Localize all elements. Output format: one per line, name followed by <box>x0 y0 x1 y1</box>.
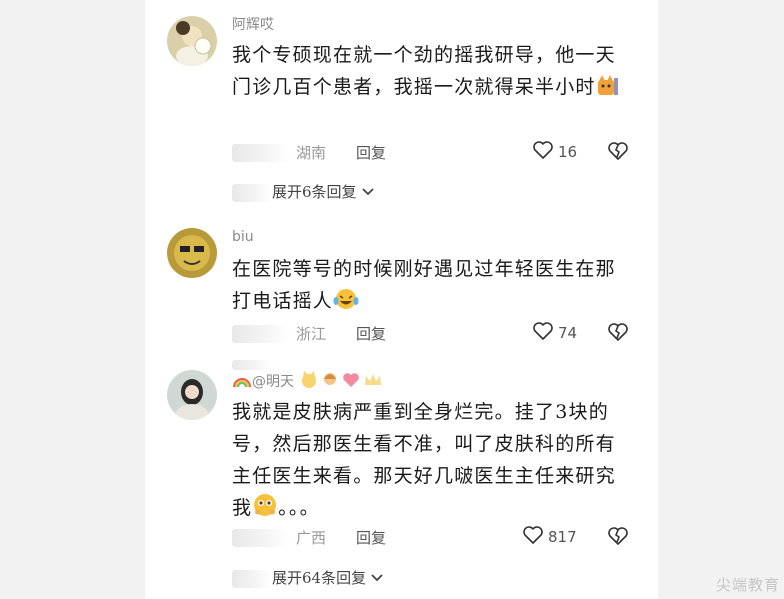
dislike-button[interactable] <box>607 525 629 551</box>
heart-outline-icon <box>522 525 544 549</box>
comment-meta: 浙江 回复 74 <box>232 321 642 347</box>
blurred-avatar <box>232 570 272 588</box>
like-count: 74 <box>558 324 578 342</box>
heart-outline-icon <box>532 321 554 345</box>
comment-text: 在医院等号的时候刚好遇见过年轻医生在那打电话摇人 <box>232 253 632 321</box>
like-count: 817 <box>548 528 577 546</box>
rainbow-icon <box>232 374 252 390</box>
dislike-button[interactable] <box>607 140 629 166</box>
expand-replies[interactable]: 展开64条回复 <box>232 567 432 589</box>
user-badges <box>300 371 383 393</box>
comment-text: 我就是皮肤病严重到全身烂完。挂了3块的号，然后那医生看不准，叫了皮肤科的所有主任… <box>232 396 632 528</box>
blurred-avatar <box>232 184 272 202</box>
comment-text: 我个专硕现在就一个劲的摇我研导，他一天门诊几百个患者，我摇一次就得呆半小时 <box>232 39 632 107</box>
watermark: 尖端教育 <box>715 576 780 594</box>
expand-replies-label: 展开64条回复 <box>272 569 367 587</box>
broken-heart-icon <box>607 323 629 347</box>
dislike-button[interactable] <box>607 321 629 347</box>
comment-meta: 湖南 回复 16 <box>232 140 642 166</box>
comment-text-body: 在医院等号的时候刚好遇见过年轻医生在那打电话摇人 <box>232 258 616 312</box>
blurred-time <box>232 144 290 162</box>
expand-replies[interactable]: 展开6条回复 <box>232 181 432 203</box>
location-label: 广西 <box>296 529 327 547</box>
person-icon <box>321 371 339 393</box>
heart-icon <box>342 371 360 393</box>
expand-replies-label-row: 展开6条回复 <box>272 181 375 202</box>
expand-replies-label: 展开6条回复 <box>272 183 357 201</box>
cat-face-icon <box>300 371 318 393</box>
reply-button[interactable]: 回复 <box>356 527 386 548</box>
username[interactable]: @明天 <box>252 374 294 390</box>
expand-replies-label-row: 展开64条回复 <box>272 567 384 588</box>
comment-meta: 广西 回复 817 <box>232 525 642 551</box>
location-label: 湖南 <box>296 144 327 162</box>
username[interactable]: biu <box>232 229 254 245</box>
crown-icon <box>363 371 383 393</box>
comment-text-tail: 。。。 <box>278 497 320 519</box>
chevron-down-icon <box>370 569 384 587</box>
reply-button[interactable]: 回复 <box>356 142 386 163</box>
comment-text-body: 我个专硕现在就一个劲的摇我研导，他一天门诊几百个患者，我摇一次就得呆半小时 <box>232 44 616 98</box>
avatar[interactable] <box>167 228 217 278</box>
blurred-label <box>232 360 272 370</box>
avatar[interactable] <box>167 16 217 66</box>
username[interactable]: 阿辉哎 <box>232 14 274 34</box>
blurred-time <box>232 529 290 547</box>
pleading-emoji <box>252 492 278 528</box>
username-row: @明天 <box>232 371 383 393</box>
like-button[interactable]: 16 <box>532 140 577 164</box>
comment-panel: 阿辉哎 我个专硕现在就一个劲的摇我研导，他一天门诊几百个患者，我摇一次就得呆半小… <box>145 0 658 599</box>
laughing-crying-emoji <box>333 287 359 321</box>
chevron-down-icon <box>361 183 375 201</box>
location-label: 浙江 <box>296 325 327 343</box>
broken-heart-icon <box>607 142 629 166</box>
like-button[interactable]: 817 <box>522 525 577 549</box>
reply-button[interactable]: 回复 <box>356 323 386 344</box>
avatar[interactable] <box>167 370 217 420</box>
blurred-time <box>232 325 290 343</box>
broken-heart-icon <box>607 527 629 551</box>
like-count: 16 <box>558 143 578 161</box>
heart-outline-icon <box>532 140 554 164</box>
like-button[interactable]: 74 <box>532 321 577 345</box>
cat-emoji <box>596 75 618 107</box>
